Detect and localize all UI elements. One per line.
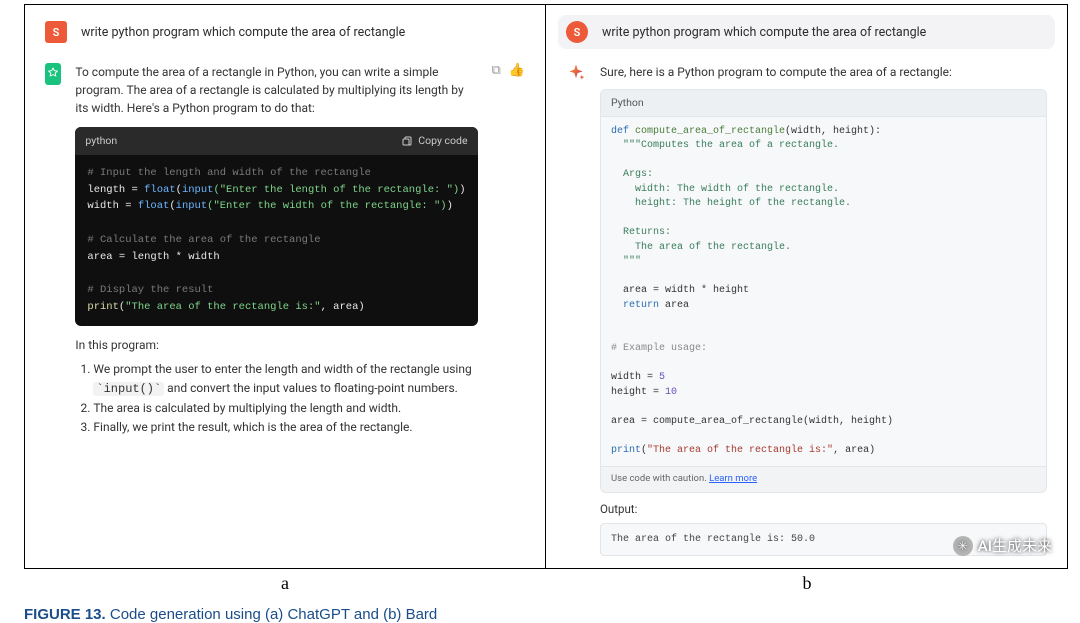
output-label: Output: [600, 501, 1047, 518]
label-b: b [546, 573, 1068, 594]
gpt-response-body: To compute the area of a rectangle in Py… [75, 63, 477, 438]
chatgpt-logo-icon [45, 63, 61, 85]
chatgpt-panel: S write python program which compute the… [25, 5, 546, 568]
user-avatar-icon: S [566, 21, 588, 43]
gpt-actions: ⧉ 👍 [492, 63, 525, 438]
inline-code: `input()` [93, 382, 164, 396]
copy-code-label: Copy code [418, 133, 467, 149]
list-item: We prompt the user to enter the length a… [93, 360, 477, 399]
copy-code-button[interactable]: Copy code [401, 133, 467, 149]
prompt-text: write python program which compute the a… [81, 25, 405, 40]
bard-spark-icon [566, 63, 586, 83]
gpt-intro: To compute the area of a rectangle in Py… [75, 63, 477, 117]
clipboard-icon [401, 135, 413, 147]
label-a: a [24, 573, 546, 594]
gpt-lang-label: python [85, 133, 117, 149]
subfigure-labels: a b [24, 573, 1068, 594]
watermark: ✳ AI生成未来 [953, 535, 1052, 556]
list-item: The area is calculated by multiplying th… [93, 399, 477, 418]
gpt-code-body: # Input the length and width of the rect… [75, 155, 477, 326]
in-this-program-label: In this program: [75, 336, 477, 354]
gpt-steps-list: We prompt the user to enter the length a… [93, 360, 477, 438]
list-item: Finally, we print the result, which is t… [93, 418, 477, 437]
bard-code-card: Python def compute_area_of_rectangle(wid… [600, 89, 1047, 493]
figure-container: S write python program which compute the… [24, 4, 1068, 569]
user-avatar-icon: S [45, 21, 67, 43]
gpt-code-card: python Copy code # Input the length and … [75, 127, 477, 326]
watermark-text: AI生成未来 [978, 535, 1052, 556]
gpt-code-header: python Copy code [75, 127, 477, 155]
bard-lang-label: Python [601, 90, 1046, 117]
wechat-icon: ✳ [953, 536, 973, 556]
caption-text: Code generation using (a) ChatGPT and (b… [106, 606, 438, 623]
bard-caution: Use code with caution. Learn more [601, 466, 1046, 491]
bard-code-body: def compute_area_of_rectangle(width, hei… [601, 117, 1046, 467]
bard-response-body: Sure, here is a Python program to comput… [600, 63, 1047, 556]
thumbs-up-icon[interactable]: 👍 [509, 63, 525, 438]
figure-caption: FIGURE 13. Code generation using (a) Cha… [24, 606, 1068, 623]
prompt-row-gpt: S write python program which compute the… [37, 15, 533, 49]
bard-panel: S write python program which compute the… [546, 5, 1067, 568]
copy-icon[interactable]: ⧉ [492, 63, 501, 438]
prompt-row-bard: S write python program which compute the… [558, 15, 1055, 49]
prompt-text: write python program which compute the a… [602, 25, 926, 40]
gpt-response-row: To compute the area of a rectangle in Py… [37, 59, 533, 442]
caption-number: FIGURE 13. [24, 606, 106, 623]
bard-intro: Sure, here is a Python program to comput… [600, 63, 1047, 81]
bard-response-row: Sure, here is a Python program to comput… [558, 59, 1055, 560]
learn-more-link[interactable]: Learn more [709, 473, 757, 484]
